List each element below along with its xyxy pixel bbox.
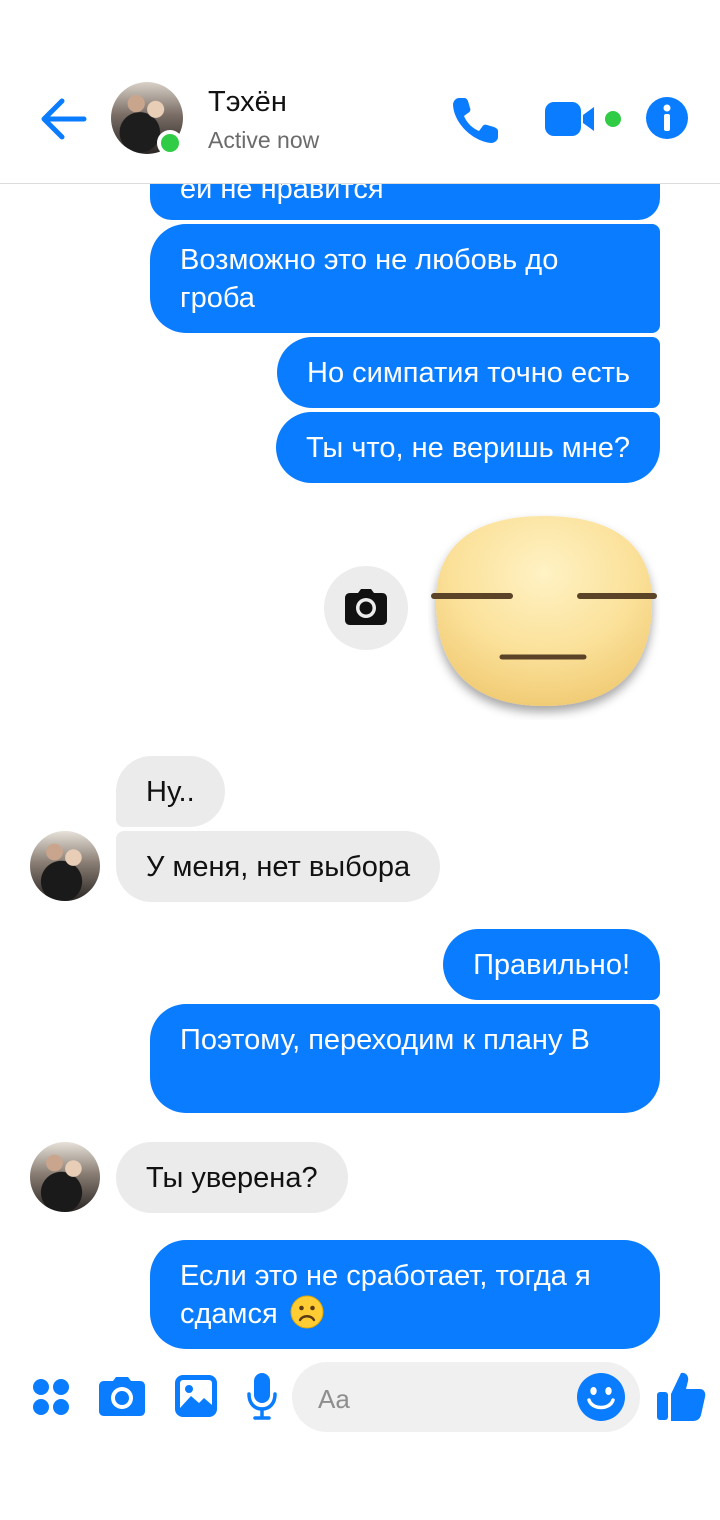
camera-icon[interactable] xyxy=(98,1374,146,1418)
chat-header: Тэхён Active now xyxy=(0,0,720,184)
video-camera-icon[interactable] xyxy=(544,98,626,140)
frowning-face-emoji xyxy=(290,1295,324,1329)
photo-reply-button[interactable] xyxy=(324,566,408,650)
message-input-container[interactable] xyxy=(292,1362,640,1432)
message-bubble-outgoing[interactable]: Ты что, не веришь мне? xyxy=(275,412,660,483)
gallery-icon[interactable] xyxy=(174,1374,218,1418)
contact-status: Active now xyxy=(208,127,320,153)
composer-bar xyxy=(0,1356,720,1446)
back-arrow-icon[interactable] xyxy=(36,94,90,144)
message-bubble-outgoing[interactable]: Возможно это не любовь до гроба xyxy=(150,224,660,333)
phone-icon[interactable] xyxy=(450,94,502,146)
contact-avatar-small xyxy=(30,831,100,901)
info-icon[interactable] xyxy=(645,96,689,140)
apps-grid-icon[interactable] xyxy=(32,1378,70,1416)
message-bubble-outgoing[interactable]: Но симпатия точно есть xyxy=(277,337,660,408)
expressionless-face-sticker[interactable] xyxy=(428,510,660,720)
message-bubble-incoming[interactable]: Ну.. xyxy=(116,756,225,827)
message-text: Если это не сработает, тогда я сдамся xyxy=(180,1260,591,1330)
message-bubble-outgoing[interactable]: Поэтому, переходим к плану В xyxy=(150,1004,660,1113)
message-bubble-incoming[interactable]: Ты уверена? xyxy=(116,1142,348,1213)
message-bubble-outgoing[interactable]: Если это не сработает, тогда я сдамся xyxy=(150,1240,660,1349)
message-input[interactable] xyxy=(316,1380,570,1418)
camera-icon xyxy=(345,589,387,625)
message-bubble-incoming[interactable]: У меня, нет выбора xyxy=(116,831,441,902)
thumbs-up-icon[interactable] xyxy=(656,1370,706,1422)
smile-icon[interactable] xyxy=(576,1372,626,1422)
message-bubble-outgoing[interactable]: Правильно! xyxy=(443,929,660,1000)
online-status-dot xyxy=(157,130,183,156)
contact-avatar-small xyxy=(30,1142,100,1212)
microphone-icon[interactable] xyxy=(246,1372,278,1420)
contact-name[interactable]: Тэхён xyxy=(208,86,287,119)
